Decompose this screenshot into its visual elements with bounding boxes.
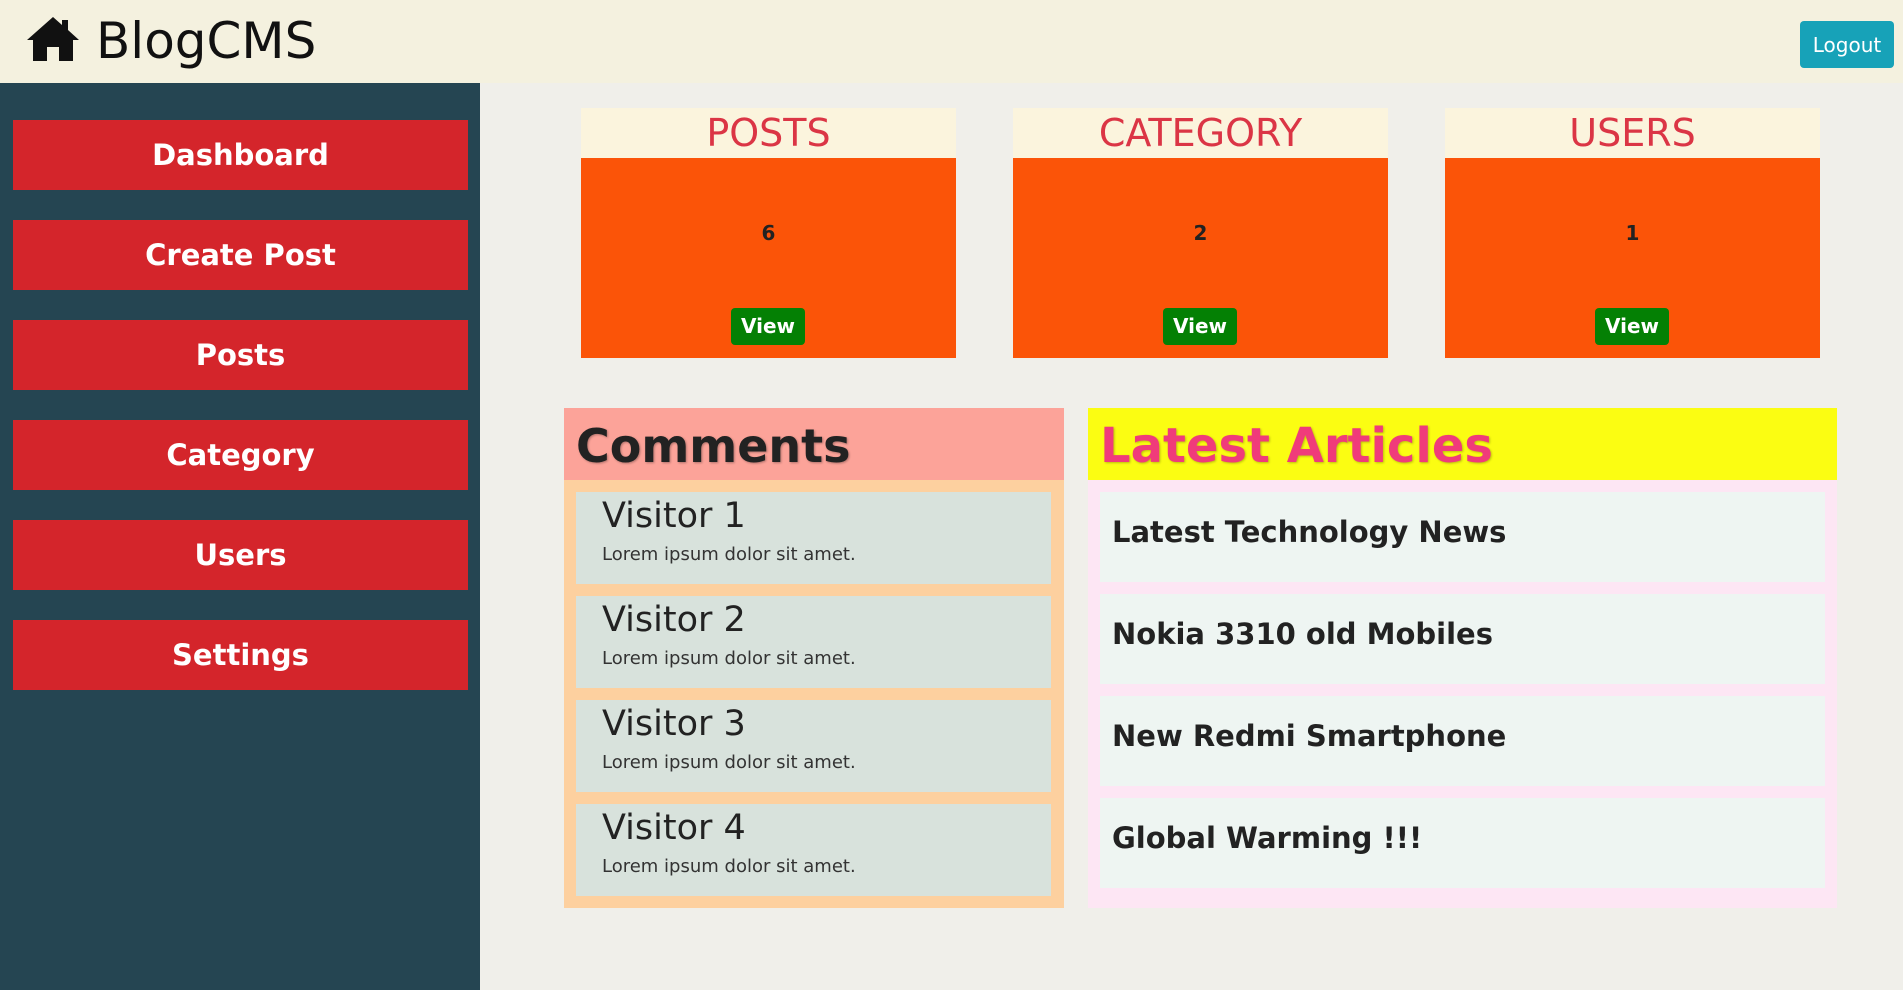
sidebar-item-dashboard[interactable]: Dashboard xyxy=(13,120,468,190)
brand[interactable]: BlogCMS xyxy=(24,8,316,74)
comment-item: Visitor 1 Lorem ipsum dolor sit amet. xyxy=(576,492,1051,584)
article-item[interactable]: Nokia 3310 old Mobiles xyxy=(1100,594,1825,684)
stat-count: 6 xyxy=(761,221,776,245)
comment-item: Visitor 4 Lorem ipsum dolor sit amet. xyxy=(576,804,1051,896)
article-title[interactable]: New Redmi Smartphone xyxy=(1112,696,1506,776)
comment-text: Lorem ipsum dolor sit amet. xyxy=(602,752,856,773)
stat-card-category: CATEGORY 2 View xyxy=(1013,108,1388,358)
articles-title: Latest Articles xyxy=(1088,408,1837,480)
home-icon xyxy=(24,14,82,68)
comment-text: Lorem ipsum dolor sit amet. xyxy=(602,544,856,565)
article-title[interactable]: Latest Technology News xyxy=(1112,492,1506,572)
article-item[interactable]: New Redmi Smartphone xyxy=(1100,696,1825,786)
comment-author: Visitor 1 xyxy=(602,496,746,536)
sidebar-item-category[interactable]: Category xyxy=(13,420,468,490)
sidebar-item-users[interactable]: Users xyxy=(13,520,468,590)
view-posts-button[interactable]: View xyxy=(731,308,805,345)
view-category-button[interactable]: View xyxy=(1163,308,1237,345)
comment-text: Lorem ipsum dolor sit amet. xyxy=(602,648,856,669)
stat-card-posts: POSTS 6 View xyxy=(581,108,956,358)
brand-name: BlogCMS xyxy=(96,12,317,70)
article-item[interactable]: Global Warming !!! xyxy=(1100,798,1825,888)
article-item[interactable]: Latest Technology News xyxy=(1100,492,1825,582)
top-bar: BlogCMS Logout xyxy=(0,0,1903,83)
sidebar-item-posts[interactable]: Posts xyxy=(13,320,468,390)
sidebar-item-settings[interactable]: Settings xyxy=(13,620,468,690)
view-users-button[interactable]: View xyxy=(1595,308,1669,345)
stat-title: CATEGORY xyxy=(1013,108,1388,158)
article-title[interactable]: Global Warming !!! xyxy=(1112,798,1422,878)
latest-articles-panel: Latest Articles Latest Technology News N… xyxy=(1088,408,1837,908)
comments-panel: Comments Visitor 1 Lorem ipsum dolor sit… xyxy=(564,408,1064,908)
stat-title: POSTS xyxy=(581,108,956,158)
stat-card-users: USERS 1 View xyxy=(1445,108,1820,358)
comment-author: Visitor 3 xyxy=(602,704,746,744)
logout-button[interactable]: Logout xyxy=(1800,21,1894,68)
comment-author: Visitor 2 xyxy=(602,600,746,640)
stat-count: 1 xyxy=(1625,221,1640,245)
sidebar: Dashboard Create Post Posts Category Use… xyxy=(0,83,480,990)
sidebar-item-create-post[interactable]: Create Post xyxy=(13,220,468,290)
comment-item: Visitor 3 Lorem ipsum dolor sit amet. xyxy=(576,700,1051,792)
comments-title: Comments xyxy=(564,408,1064,480)
comment-item: Visitor 2 Lorem ipsum dolor sit amet. xyxy=(576,596,1051,688)
stat-count: 2 xyxy=(1193,221,1208,245)
article-title[interactable]: Nokia 3310 old Mobiles xyxy=(1112,594,1493,674)
comment-text: Lorem ipsum dolor sit amet. xyxy=(602,856,856,877)
stat-title: USERS xyxy=(1445,108,1820,158)
comment-author: Visitor 4 xyxy=(602,808,746,848)
